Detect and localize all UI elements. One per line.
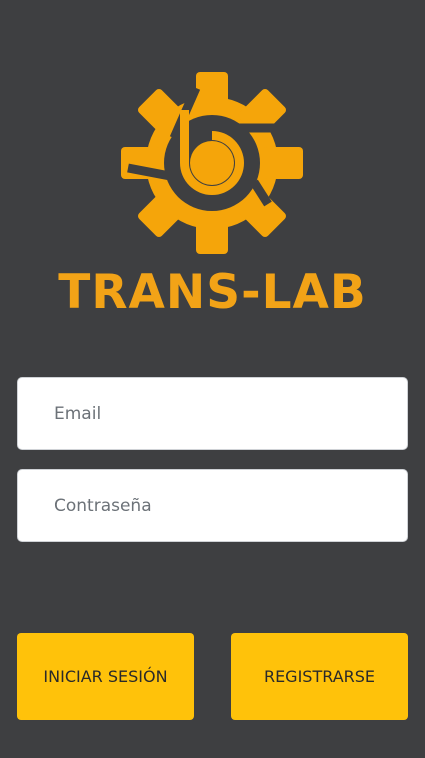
app-title: TRANS-LAB — [58, 265, 367, 320]
gear-icon — [121, 72, 303, 254]
email-field[interactable] — [17, 377, 408, 450]
login-button[interactable]: INICIAR SESIÓN — [17, 633, 194, 720]
register-button[interactable]: REGISTRARSE — [231, 633, 408, 720]
password-field[interactable] — [17, 469, 408, 542]
brand-logo — [118, 70, 306, 256]
